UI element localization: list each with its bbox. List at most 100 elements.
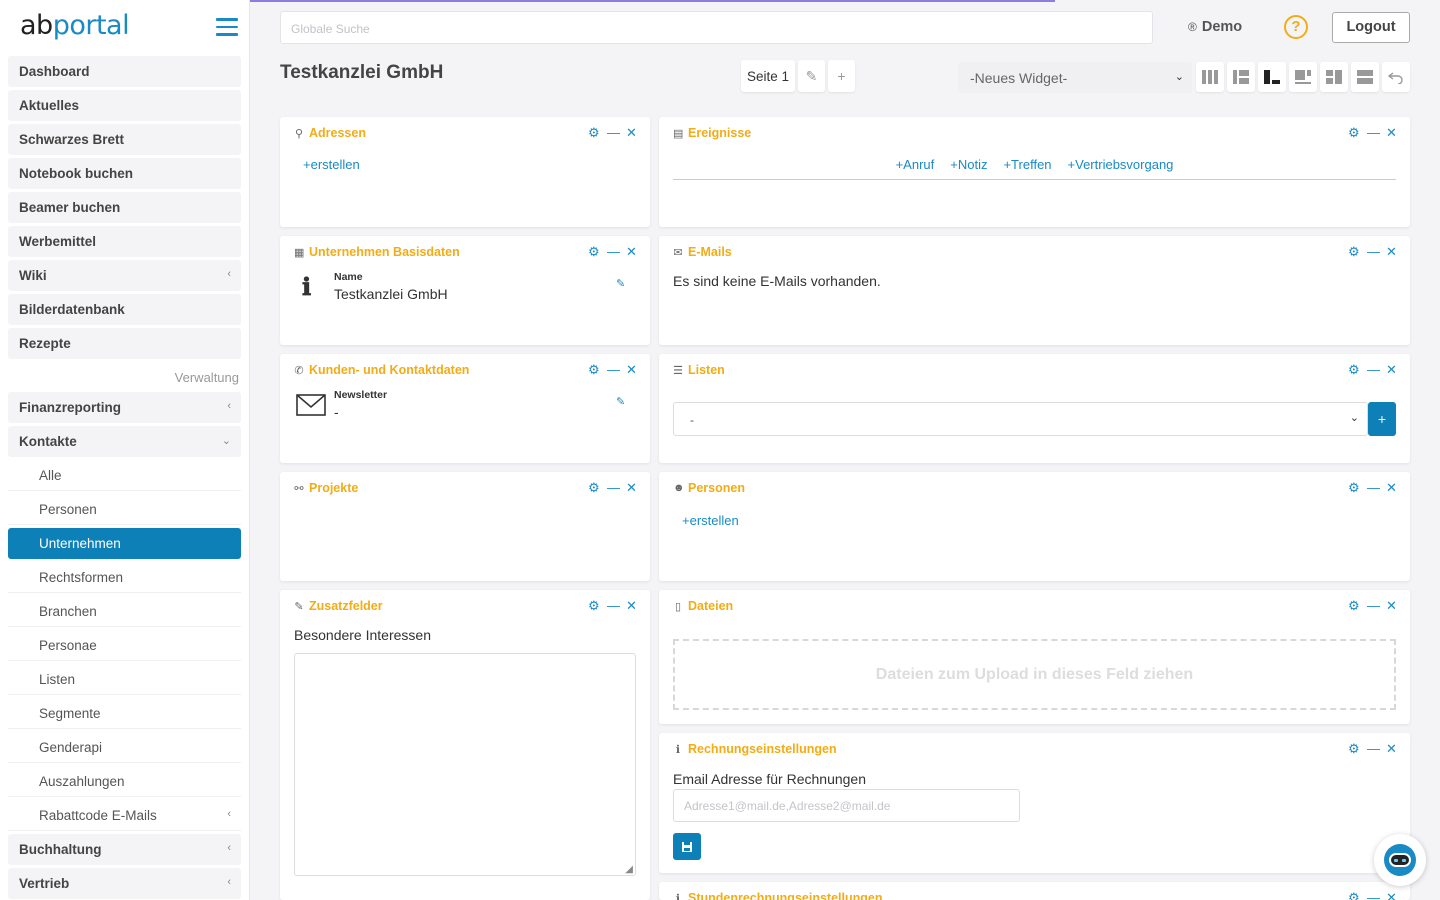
new-widget-select[interactable]: -Neues Widget- ⌄: [958, 62, 1192, 93]
close-icon[interactable]: ✕: [1386, 125, 1397, 141]
settings-gear-icon[interactable]: ⚙: [1348, 890, 1360, 900]
chatbot-button[interactable]: [1374, 834, 1426, 886]
settings-gear-icon[interactable]: ⚙: [1348, 598, 1360, 614]
logo[interactable]: abportal: [20, 10, 130, 41]
minimize-icon[interactable]: —: [1367, 362, 1380, 378]
sidebar-sub-listen[interactable]: Listen: [8, 664, 241, 695]
layout-left-narrow-icon[interactable]: [1258, 62, 1286, 92]
layout-3col-icon[interactable]: [1196, 62, 1224, 92]
sidebar-item-kontakte[interactable]: Kontakte ⌄: [8, 426, 241, 457]
sidebar-sub-unternehmen[interactable]: Unternehmen: [8, 528, 241, 559]
layout-2col-wide-icon[interactable]: [1227, 62, 1255, 92]
settings-gear-icon[interactable]: ⚙: [1348, 125, 1360, 141]
minimize-icon[interactable]: —: [607, 125, 620, 141]
edit-pencil-icon[interactable]: ✎: [616, 395, 625, 408]
invoice-email-input[interactable]: Adresse1@mail.de,Adresse2@mail.de: [673, 789, 1020, 822]
file-dropzone[interactable]: Dateien zum Upload in dieses Feld ziehen: [673, 639, 1396, 710]
minimize-icon[interactable]: —: [1367, 244, 1380, 260]
envelope-icon: ✉: [673, 246, 683, 259]
sidebar-item-notebook-buchen[interactable]: Notebook buchen: [8, 158, 241, 189]
global-search-input[interactable]: Globale Suche: [280, 11, 1153, 44]
chevron-left-icon: ‹: [227, 876, 231, 888]
add-call-link[interactable]: +Anruf: [896, 157, 935, 179]
settings-gear-icon[interactable]: ⚙: [588, 598, 600, 614]
logout-button[interactable]: Logout: [1332, 12, 1410, 43]
add-to-list-button[interactable]: +: [1368, 402, 1396, 436]
settings-gear-icon[interactable]: ⚙: [588, 125, 600, 141]
sidebar-item-schwarzes-brett[interactable]: Schwarzes Brett: [8, 124, 241, 155]
special-interests-textarea[interactable]: ◢: [294, 653, 636, 876]
close-icon[interactable]: ✕: [1386, 480, 1397, 496]
minimize-icon[interactable]: —: [607, 244, 620, 260]
close-icon[interactable]: ✕: [1386, 890, 1397, 900]
minimize-icon[interactable]: —: [1367, 598, 1380, 614]
sidebar-item-dashboard[interactable]: Dashboard: [8, 56, 241, 87]
add-sales-process-link[interactable]: +Vertriebsvorgang: [1068, 157, 1174, 179]
sidebar-item-wiki[interactable]: Wiki ‹: [8, 260, 241, 291]
sidebar-sub-personen[interactable]: Personen: [8, 494, 241, 525]
layout-1col-icon[interactable]: [1351, 62, 1379, 92]
close-icon[interactable]: ✕: [1386, 244, 1397, 260]
sidebar-item-finanzreporting[interactable]: Finanzreporting ‹: [8, 392, 241, 423]
settings-gear-icon[interactable]: ⚙: [588, 244, 600, 260]
edit-page-icon[interactable]: ✎: [798, 60, 825, 92]
sidebar-item-rezepte[interactable]: Rezepte: [8, 328, 241, 359]
undo-icon[interactable]: [1382, 62, 1410, 92]
layout-2col-icon[interactable]: [1320, 62, 1348, 92]
sidebar-item-buchhaltung[interactable]: Buchhaltung ‹: [8, 834, 241, 865]
close-icon[interactable]: ✕: [1386, 741, 1397, 757]
minimize-icon[interactable]: —: [1367, 741, 1380, 757]
close-icon[interactable]: ✕: [626, 362, 637, 378]
layout-right-narrow-icon[interactable]: [1289, 62, 1317, 92]
sidebar-sub-branchen[interactable]: Branchen: [8, 596, 241, 627]
settings-gear-icon[interactable]: ⚙: [1348, 244, 1360, 260]
settings-gear-icon[interactable]: ⚙: [1348, 362, 1360, 378]
settings-gear-icon[interactable]: ⚙: [1348, 480, 1360, 496]
user-menu[interactable]: ® Demo: [1188, 19, 1242, 35]
tab-seite-1[interactable]: Seite 1: [741, 60, 795, 92]
minimize-icon[interactable]: —: [607, 598, 620, 614]
sidebar-item-bilderdatenbank[interactable]: Bilderdatenbank: [8, 294, 241, 325]
info-icon: ℹ: [302, 272, 312, 301]
sidebar-sub-genderapi[interactable]: Genderapi: [8, 732, 241, 763]
sidebar-item-beamer-buchen[interactable]: Beamer buchen: [8, 192, 241, 223]
save-button[interactable]: [673, 833, 701, 860]
close-icon[interactable]: ✕: [626, 125, 637, 141]
sidebar-sub-rechtsformen[interactable]: Rechtsformen: [8, 562, 241, 593]
settings-gear-icon[interactable]: ⚙: [588, 480, 600, 496]
list-select[interactable]: - ⌄: [673, 402, 1368, 436]
close-icon[interactable]: ✕: [626, 598, 637, 614]
settings-gear-icon[interactable]: ⚙: [1348, 741, 1360, 757]
close-icon[interactable]: ✕: [626, 480, 637, 496]
sidebar-item-werbemittel[interactable]: Werbemittel: [8, 226, 241, 257]
loading-progress-bar: [250, 0, 1055, 2]
close-icon[interactable]: ✕: [1386, 362, 1397, 378]
close-icon[interactable]: ✕: [626, 244, 637, 260]
newsletter-value: -: [334, 404, 339, 420]
minimize-icon[interactable]: —: [607, 480, 620, 496]
sidebar-sub-alle[interactable]: Alle: [8, 460, 241, 491]
menu-toggle-icon[interactable]: [216, 18, 238, 36]
minimize-icon[interactable]: —: [1367, 890, 1380, 900]
sidebar-sub-segmente[interactable]: Segmente: [8, 698, 241, 729]
edit-pencil-icon[interactable]: ✎: [616, 277, 625, 290]
help-icon[interactable]: ?: [1284, 15, 1308, 39]
sidebar-item-aktuelles[interactable]: Aktuelles: [8, 90, 241, 121]
minimize-icon[interactable]: —: [607, 362, 620, 378]
sidebar-sub-personae[interactable]: Personae: [8, 630, 241, 661]
resize-handle-icon[interactable]: ◢: [625, 864, 633, 875]
create-person-link[interactable]: +erstellen: [682, 513, 739, 528]
add-note-link[interactable]: +Notiz: [950, 157, 987, 179]
minimize-icon[interactable]: —: [1367, 480, 1380, 496]
chevron-down-icon: ⌄: [1174, 71, 1184, 83]
sidebar-sub-auszahlungen[interactable]: Auszahlungen: [8, 766, 241, 797]
sidebar-sub-rabattcode-emails[interactable]: Rabattcode E-Mails ‹: [8, 800, 241, 831]
close-icon[interactable]: ✕: [1386, 598, 1397, 614]
name-label: Name: [334, 271, 363, 283]
add-meeting-link[interactable]: +Treffen: [1003, 157, 1051, 179]
settings-gear-icon[interactable]: ⚙: [588, 362, 600, 378]
add-page-icon[interactable]: +: [828, 60, 855, 92]
minimize-icon[interactable]: —: [1367, 125, 1380, 141]
sidebar-item-vertrieb[interactable]: Vertrieb ‹: [8, 868, 241, 899]
create-address-link[interactable]: +erstellen: [303, 157, 360, 172]
